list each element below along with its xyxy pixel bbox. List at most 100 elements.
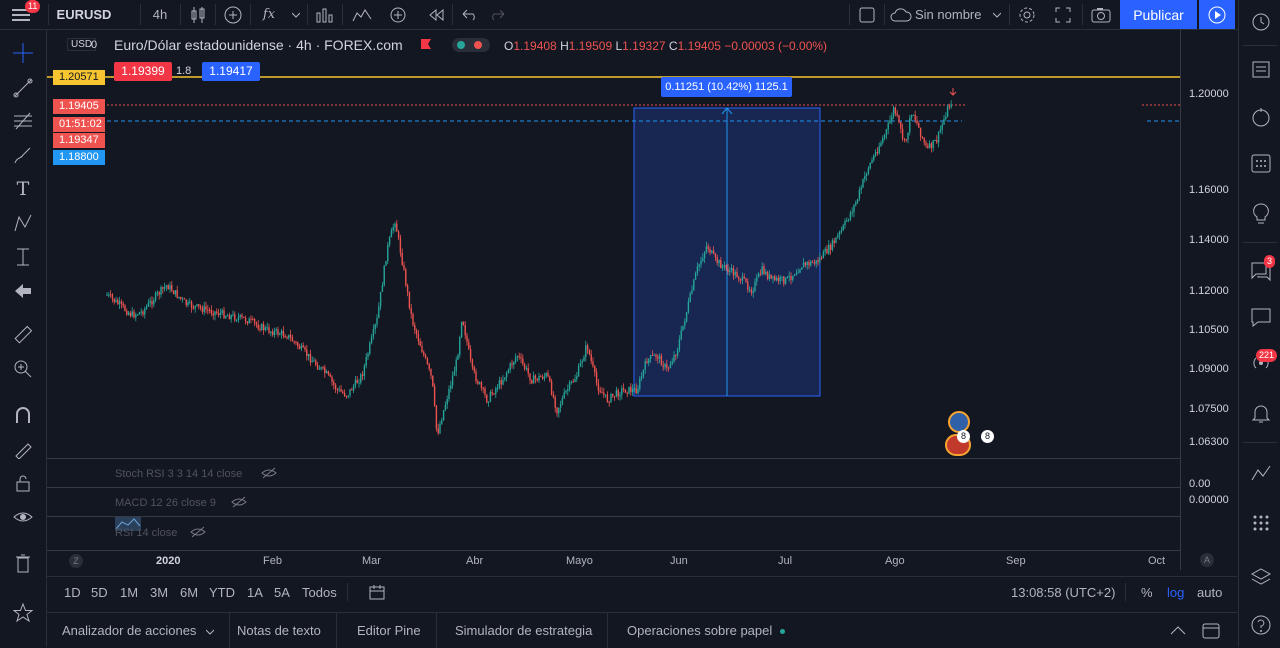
tab-strategy-tester[interactable]: Simulador de estrategia <box>440 613 609 648</box>
templates-icon[interactable] <box>312 0 338 29</box>
camera-icon[interactable] <box>1087 0 1115 29</box>
candle-body <box>135 314 137 318</box>
candles-icon[interactable] <box>185 0 211 29</box>
range-5a[interactable]: 5A <box>274 585 290 600</box>
magnet-icon[interactable] <box>8 402 38 428</box>
indicators-button[interactable]: fx <box>258 0 280 29</box>
trendline-icon[interactable] <box>8 75 38 101</box>
zoom-in-icon[interactable] <box>8 356 38 382</box>
candle-body <box>583 357 585 362</box>
time-tick: Feb <box>263 555 282 567</box>
fib-icon[interactable] <box>8 108 38 134</box>
candle-body <box>324 367 326 374</box>
candle-body <box>559 404 562 408</box>
eye-icon[interactable] <box>8 504 38 530</box>
cloud-icon[interactable] <box>889 0 913 29</box>
log-toggle[interactable]: log <box>1167 585 1184 600</box>
trading-panel-icon[interactable] <box>1248 460 1274 486</box>
replay-icon[interactable] <box>423 0 449 29</box>
text-tool-icon[interactable]: T <box>8 176 38 202</box>
ruler-icon[interactable] <box>8 322 38 348</box>
tab-pine-editor[interactable]: Editor Pine <box>342 613 437 648</box>
publish-button[interactable]: Publicar <box>1120 0 1197 29</box>
lock-icon[interactable] <box>8 470 38 496</box>
crosshair-icon[interactable] <box>8 40 38 66</box>
lock-drawing-icon[interactable] <box>8 436 38 462</box>
price-chart[interactable]: USD 0 Euro/Dólar estadounidense · 4h · F… <box>47 30 1180 458</box>
ideas-lightbulb-icon[interactable] <box>1248 200 1274 226</box>
candle-body <box>230 315 232 320</box>
play-icon[interactable] <box>1199 0 1235 29</box>
buy-button[interactable]: 1.19417 <box>202 62 260 81</box>
macd-pane[interactable]: MACD 12 26 close 9 <box>47 487 1180 517</box>
rsi-pane[interactable]: RSI 14 close <box>47 516 1180 551</box>
stoch-rsi-label: Stoch RSI 3 3 14 14 close <box>115 468 243 480</box>
add-alert-icon[interactable] <box>385 0 413 29</box>
auto-scale-button[interactable]: A <box>1200 553 1214 567</box>
sell-button[interactable]: 1.19399 <box>114 62 172 81</box>
messages-icon[interactable] <box>1248 304 1274 330</box>
trash-icon[interactable] <box>8 550 38 576</box>
range-ytd[interactable]: YTD <box>209 585 235 600</box>
layout-square-icon[interactable] <box>855 0 879 29</box>
range-1a[interactable]: 1A <box>247 585 263 600</box>
chevron-down-icon[interactable] <box>990 0 1004 29</box>
range-6m[interactable]: 6M <box>180 585 198 600</box>
layers-icon[interactable] <box>1248 565 1274 591</box>
time-axis[interactable]: Z 2020 Feb Mar Abr Mayo Jun Jul Ago Sep … <box>47 550 1180 572</box>
gear-icon[interactable] <box>1014 0 1040 29</box>
calendar-icon[interactable] <box>1248 150 1274 176</box>
redo-icon[interactable] <box>484 0 510 29</box>
stoch-rsi-pane[interactable]: Stoch RSI 3 3 14 14 close <box>47 458 1180 488</box>
maximize-panel-icon[interactable] <box>1202 623 1220 639</box>
hidden-eye-icon[interactable] <box>231 496 247 508</box>
tab-stock-screener[interactable]: Analizador de acciones <box>47 613 231 648</box>
tab-text-notes[interactable]: Notas de texto <box>222 613 337 648</box>
percent-toggle[interactable]: % <box>1141 585 1153 600</box>
alerts-icon[interactable] <box>1248 104 1274 130</box>
symbol-search[interactable]: EURUSD <box>54 0 114 29</box>
candle-body <box>540 375 542 377</box>
price-axis[interactable]: 1.20000 1.16000 1.14000 1.12000 1.10500 … <box>1180 30 1238 570</box>
watchlist-icon[interactable] <box>1248 56 1274 82</box>
candle-body <box>549 376 551 382</box>
hidden-eye-icon[interactable] <box>190 526 206 538</box>
candle-body <box>950 104 952 107</box>
countdown-label: 01:51:02 <box>53 117 105 132</box>
chevron-down-icon[interactable] <box>288 0 304 29</box>
measure-icon[interactable] <box>8 244 38 270</box>
help-icon[interactable] <box>1248 612 1274 638</box>
tab-paper-trading[interactable]: Operaciones sobre papel <box>612 613 800 648</box>
eu-event-icon[interactable] <box>948 411 970 433</box>
pattern-icon[interactable] <box>8 210 38 236</box>
dom-icon[interactable] <box>1248 510 1274 536</box>
alarm-clock-icon[interactable] <box>1248 8 1274 34</box>
undo-icon[interactable] <box>457 0 483 29</box>
goto-date-icon[interactable] <box>369 584 385 600</box>
alert-icon[interactable] <box>348 0 376 29</box>
range-3m[interactable]: 3M <box>150 585 168 600</box>
candle-body <box>948 106 951 108</box>
range-1m[interactable]: 1M <box>120 585 138 600</box>
interval-selector[interactable]: 4h <box>145 0 175 29</box>
compare-add-icon[interactable] <box>220 0 246 29</box>
auto-toggle[interactable]: auto <box>1197 585 1222 600</box>
candle-body <box>635 388 637 394</box>
brush-icon[interactable] <box>8 142 38 168</box>
candle-body <box>180 296 182 299</box>
candle-body <box>675 355 677 357</box>
hidden-eye-icon[interactable] <box>261 467 277 479</box>
range-all[interactable]: Todos <box>302 585 337 600</box>
fullscreen-icon[interactable] <box>1050 0 1076 29</box>
market-status-icon[interactable] <box>452 38 490 52</box>
candle-body <box>385 260 387 266</box>
clock-timezone[interactable]: 13:08:58 (UTC+2) <box>1011 585 1115 600</box>
layout-name[interactable]: Sin nombre <box>915 0 987 29</box>
range-1d[interactable]: 1D <box>64 585 81 600</box>
scroll-left-button[interactable]: Z <box>69 554 83 568</box>
range-5d[interactable]: 5D <box>91 585 108 600</box>
notifications-bell-icon[interactable] <box>1248 400 1274 426</box>
chevron-up-icon[interactable] <box>1170 625 1186 635</box>
star-icon[interactable] <box>8 600 38 626</box>
arrow-left-icon[interactable] <box>8 278 38 304</box>
